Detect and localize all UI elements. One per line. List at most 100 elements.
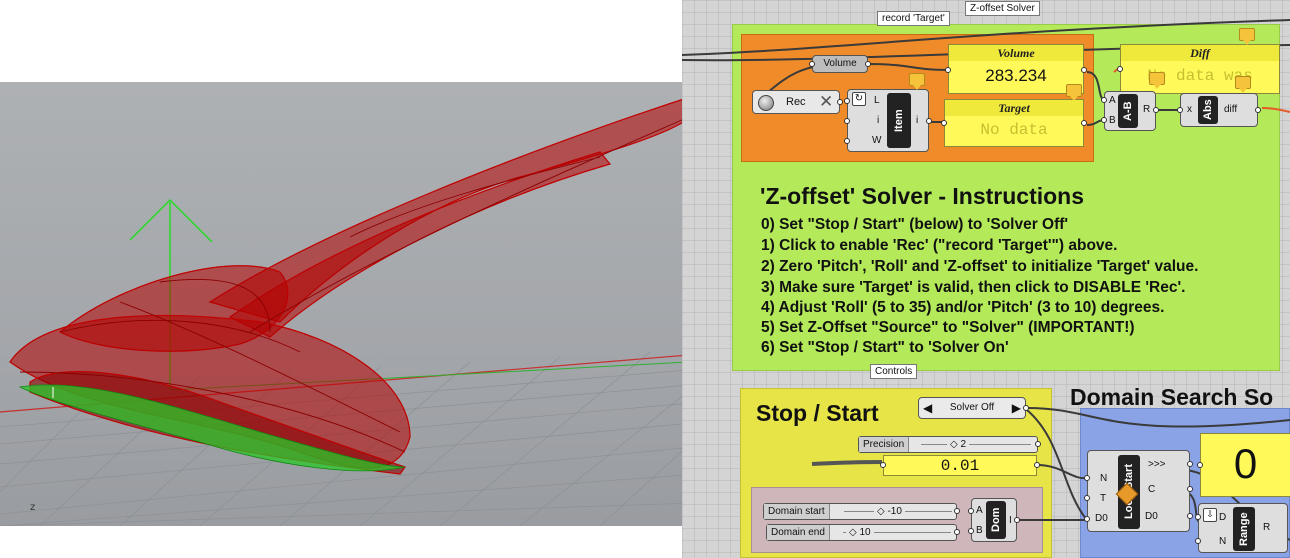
construct-domain-component[interactable]: A B Dom I <box>971 498 1017 542</box>
domain-end-slider[interactable]: Domain end ◇ 10 <box>766 524 957 541</box>
output-grip[interactable] <box>1034 462 1040 468</box>
diff-panel[interactable]: Diff No data was <box>1120 44 1280 94</box>
precision-panel[interactable]: 0.01 <box>883 455 1037 476</box>
volume-param[interactable]: Volume <box>812 55 868 73</box>
wire-diff-out <box>1261 107 1290 113</box>
rhino-viewport[interactable]: z <box>0 82 725 526</box>
input-grip[interactable] <box>1197 462 1203 468</box>
output-grip[interactable] <box>1035 441 1041 447</box>
input-grip[interactable] <box>1084 516 1090 522</box>
result-panel[interactable]: 0 <box>1200 433 1290 497</box>
input-grip[interactable] <box>1084 495 1090 501</box>
domain-search-title: Domain Search So <box>1070 384 1274 410</box>
volume-panel[interactable]: Volume 283.234 <box>948 44 1084 94</box>
output-grip[interactable] <box>1081 67 1087 73</box>
instruction-step-6: 6) Set "Stop / Start" to 'Solver On' <box>761 339 1009 356</box>
value-list-selector[interactable]: ◀ Solver Off ▶ <box>918 397 1026 419</box>
warning-bubble-icon[interactable] <box>909 73 925 90</box>
range-component[interactable]: ⇩ D N Range R <box>1198 503 1288 553</box>
input-grip[interactable] <box>1101 97 1107 103</box>
warning-bubble-icon[interactable] <box>1235 76 1251 93</box>
domain-start-value: ◇ -10 <box>874 504 905 519</box>
abs-component[interactable]: x Abs diff <box>1180 93 1258 127</box>
warning-bubble-icon[interactable] <box>1239 28 1255 45</box>
input-grip[interactable] <box>1195 514 1201 520</box>
range-input-n: N <box>1219 536 1227 547</box>
subtract-input-a: A <box>1109 95 1116 106</box>
output-grip[interactable] <box>865 61 871 67</box>
subtract-component[interactable]: A B A-B R <box>1104 91 1156 131</box>
dom-input-b: B <box>976 525 983 536</box>
abs-input-x: x <box>1187 104 1192 115</box>
item-input-l: L <box>874 95 880 106</box>
volume-param-label: Volume <box>823 58 857 69</box>
wire-thick <box>811 460 883 466</box>
list-item-component[interactable]: ↻ L i W Item i <box>847 89 929 152</box>
rec-button[interactable]: Rec ✕ <box>752 90 840 114</box>
output-grip[interactable] <box>926 118 932 124</box>
target-panel-header: Target <box>945 100 1083 116</box>
input-grip[interactable] <box>1195 538 1201 544</box>
input-grip[interactable] <box>844 98 850 104</box>
output-grip[interactable] <box>837 99 843 105</box>
precision-panel-value: 0.01 <box>940 457 980 475</box>
loop-output-next: >>> <box>1148 459 1166 470</box>
range-output-r: R <box>1263 522 1271 533</box>
item-output-i: i <box>916 115 919 126</box>
viewport-scene <box>0 91 725 526</box>
domain-start-slider[interactable]: Domain start ◇ -10 <box>763 503 957 520</box>
dom-label: Dom <box>986 501 1006 539</box>
input-grip[interactable] <box>1177 107 1183 113</box>
world-axis-z-label: z <box>30 502 36 513</box>
volume-panel-header: Volume <box>949 45 1083 61</box>
input-grip[interactable] <box>941 120 947 126</box>
loop-start-component[interactable]: N T D0 Loop Start >>> C D0 <box>1087 450 1190 532</box>
download-icon: ⇩ <box>1203 508 1217 522</box>
wire-volume-panel <box>866 63 949 71</box>
record-toggle-icon[interactable] <box>758 95 774 111</box>
instruction-step-0: 0) Set "Stop / Start" (below) to 'Solver… <box>761 216 1069 233</box>
next-arrow-icon[interactable]: ▶ <box>1012 401 1021 415</box>
grasshopper-canvas[interactable]: record 'Target' Z-offset Solver Controls… <box>682 0 1290 558</box>
input-grip[interactable] <box>844 138 850 144</box>
instruction-step-3: 3) Make sure 'Target' is valid, then cli… <box>761 279 1186 296</box>
output-grip[interactable] <box>1014 517 1020 523</box>
output-grip[interactable] <box>1187 486 1193 492</box>
warning-bubble-icon[interactable] <box>1066 84 1082 101</box>
output-grip[interactable] <box>1187 513 1193 519</box>
input-grip[interactable] <box>1101 117 1107 123</box>
item-input-w: W <box>872 135 882 146</box>
output-grip[interactable] <box>1081 120 1087 126</box>
warning-bubble-icon[interactable] <box>1149 72 1165 89</box>
target-panel[interactable]: Target No data <box>944 99 1084 147</box>
instruction-step-4: 4) Adjust 'Roll' (5 to 35) and/or 'Pitch… <box>761 299 1165 316</box>
input-grip[interactable] <box>1117 66 1123 72</box>
output-grip[interactable] <box>954 529 960 535</box>
result-panel-value: 0 <box>1233 440 1258 487</box>
input-grip[interactable] <box>945 67 951 73</box>
output-grip[interactable] <box>1255 107 1261 113</box>
instruction-step-1: 1) Click to enable 'Rec' ("record 'Targe… <box>761 237 1118 254</box>
precision-slider[interactable]: Precision ◇ 2 <box>858 436 1038 453</box>
diff-panel-value: No data was <box>1147 67 1253 85</box>
output-grip[interactable] <box>954 508 960 514</box>
instruction-step-2: 2) Zero 'Pitch', 'Roll' and 'Z-offset' t… <box>761 258 1199 275</box>
range-label: Range <box>1233 507 1255 551</box>
input-grip[interactable] <box>968 528 974 534</box>
target-panel-value: No data <box>980 121 1048 139</box>
output-grip[interactable] <box>1023 405 1029 411</box>
input-grip[interactable] <box>809 61 815 67</box>
input-grip[interactable] <box>880 462 886 468</box>
instructions-title: 'Z-offset' Solver - Instructions <box>760 183 1085 209</box>
subtract-input-b: B <box>1109 115 1116 126</box>
input-grip[interactable] <box>1084 475 1090 481</box>
stop-start-title: Stop / Start <box>756 400 879 426</box>
close-icon[interactable]: ✕ <box>819 92 833 112</box>
prev-arrow-icon[interactable]: ◀ <box>923 401 932 415</box>
input-grip[interactable] <box>844 118 850 124</box>
domain-end-label: Domain end <box>767 525 830 540</box>
output-grip[interactable] <box>1187 461 1193 467</box>
diff-panel-header: Diff <box>1121 45 1279 61</box>
output-grip[interactable] <box>1153 107 1159 113</box>
input-grip[interactable] <box>968 508 974 514</box>
